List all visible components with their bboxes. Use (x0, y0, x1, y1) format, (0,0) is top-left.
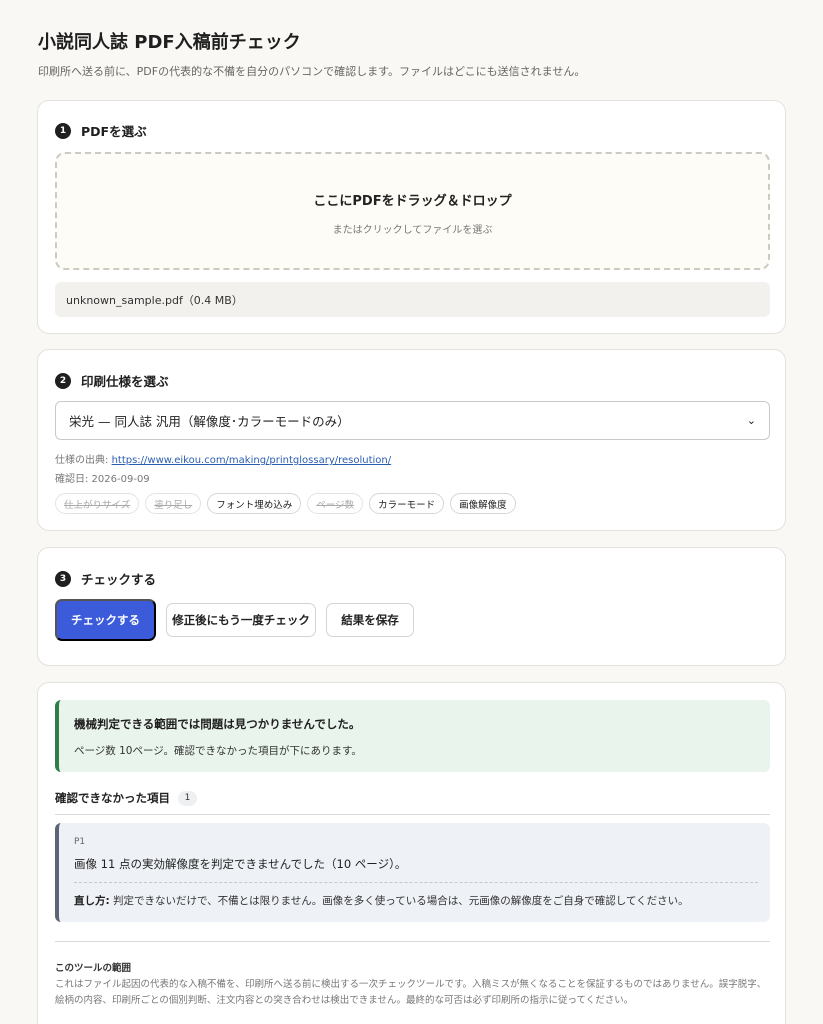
step-title: チェックする (81, 572, 157, 587)
spec-tag: カラーモード (369, 493, 445, 514)
spec-source-link[interactable]: https://www.eikou.com/making/printglossa… (112, 455, 392, 466)
card-run-check: 3 チェックする チェックする 修正後にもう一度チェック 結果を保存 (37, 547, 786, 666)
card-select-pdf: 1 PDFを選ぶ ここにPDFをドラッグ＆ドロップ またはクリックしてファイルを… (37, 100, 786, 334)
issue-message: 画像 11 点の実効解像度を判定できませんでした（10 ページ）。 (74, 857, 407, 871)
issue-fix-text: 判定できないだけで、不備とは限りません。画像を多く使っている場合は、元画像の解像… (109, 895, 689, 907)
divider (55, 941, 770, 942)
selected-file-info: unknown_sample.pdf（0.4 MB） (55, 282, 770, 317)
spec-tag: ページ数 (307, 493, 364, 514)
spec-tag: フォント埋め込み (207, 493, 302, 514)
result-success-box: 機械判定できる範囲では問題は見つかりませんでした。 ページ数 10ページ。確認で… (55, 700, 770, 772)
divider (55, 814, 770, 815)
page-title: 小説同人誌 PDF入稿前チェック (38, 32, 301, 53)
spec-checked-date: 確認日: 2026-09-09 (55, 474, 150, 485)
spec-tag: 仕上がりサイズ (55, 493, 140, 514)
spec-source-label: 仕様の出典: (55, 455, 112, 466)
chevron-down-icon: ⌄ (746, 414, 756, 427)
spec-tag: 塗り足し (145, 493, 202, 514)
result-success-title: 機械判定できる範囲では問題は見つかりませんでした。 (74, 717, 361, 731)
step-number-badge: 3 (55, 570, 71, 587)
unchecked-items-header: 確認できなかった項目 1 (55, 790, 197, 806)
spec-tags: 仕上がりサイズ 塗り足し フォント埋め込み ページ数 カラーモード 画像解像度 (55, 493, 522, 514)
spec-source: 仕様の出典: https://www.eikou.com/making/prin… (55, 451, 391, 466)
step-1-header: 1 PDFを選ぶ (55, 121, 147, 140)
step-2-header: 2 印刷仕様を選ぶ (55, 371, 169, 390)
issue-separator (74, 882, 758, 883)
step-title: PDFを選ぶ (81, 124, 147, 139)
pdf-dropzone[interactable]: ここにPDFをドラッグ＆ドロップ またはクリックしてファイルを選ぶ (55, 152, 770, 270)
result-success-detail: ページ数 10ページ。確認できなかった項目が下にあります。 (74, 745, 362, 757)
issue-page: P1 (74, 837, 86, 847)
card-results: 機械判定できる範囲では問題は見つかりませんでした。 ページ数 10ページ。確認で… (37, 682, 786, 1024)
save-result-button[interactable]: 結果を保存 (326, 603, 414, 637)
print-spec-select[interactable]: 栄光 — 同人誌 汎用（解像度･カラーモードのみ） ⌄ (55, 401, 770, 440)
unchecked-count-badge: 1 (178, 790, 197, 806)
recheck-button[interactable]: 修正後にもう一度チェック (166, 603, 316, 637)
scope-text: これはファイル起因の代表的な入稿不備を、印刷所へ送る前に検出する一次チェックツー… (55, 979, 767, 1006)
dropzone-subtitle: またはクリックしてファイルを選ぶ (332, 225, 493, 236)
check-button[interactable]: チェックする (55, 599, 156, 641)
issue-fix: 直し方: 判定できないだけで、不備とは限りません。画像を多く使っている場合は、元… (74, 893, 689, 908)
step-title: 印刷仕様を選ぶ (81, 374, 169, 389)
page: 小説同人誌 PDF入稿前チェック 印刷所へ送る前に、PDFの代表的な不備を自分の… (0, 0, 823, 1024)
page-description: 印刷所へ送る前に、PDFの代表的な不備を自分のパソコンで確認します。ファイルはど… (38, 65, 586, 78)
issue-item: P1 画像 11 点の実効解像度を判定できませんでした（10 ページ）。 直し方… (55, 823, 770, 922)
step-number-badge: 2 (55, 372, 71, 389)
scope-title: このツールの範囲 (55, 963, 132, 974)
card-print-spec: 2 印刷仕様を選ぶ 栄光 — 同人誌 汎用（解像度･カラーモードのみ） ⌄ 仕様… (37, 349, 786, 531)
spec-tag: 画像解像度 (450, 493, 516, 514)
dropzone-title: ここにPDFをドラッグ＆ドロップ (313, 194, 512, 209)
step-number-badge: 1 (55, 122, 71, 139)
unchecked-items-title: 確認できなかった項目 (55, 791, 170, 805)
issue-fix-label: 直し方: (74, 895, 110, 907)
selected-spec-value: 栄光 — 同人誌 汎用（解像度･カラーモードのみ） (69, 414, 350, 429)
step-3-header: 3 チェックする (55, 569, 156, 588)
